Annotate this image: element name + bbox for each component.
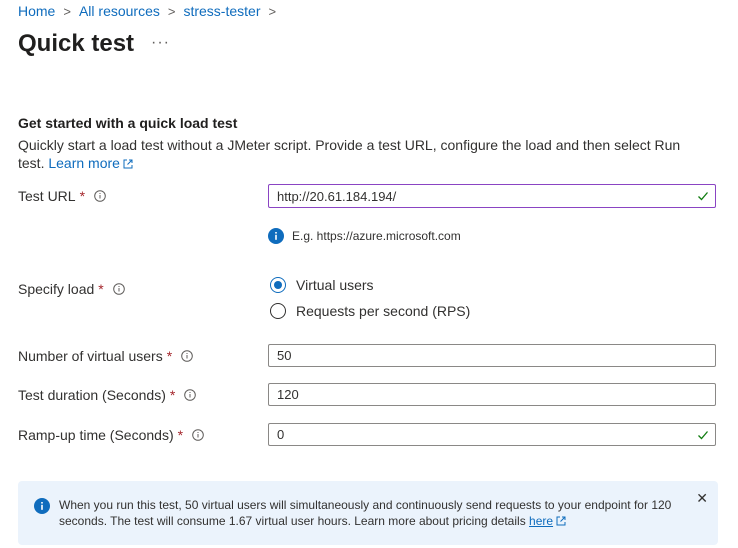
breadcrumb-stress-tester[interactable]: stress-tester — [183, 3, 260, 19]
info-filled-icon — [34, 498, 50, 514]
info-icon[interactable] — [192, 429, 204, 441]
required-asterisk: * — [98, 281, 104, 297]
more-options-icon[interactable]: ··· — [151, 34, 170, 52]
chevron-right-icon: > — [268, 3, 277, 19]
info-filled-icon — [268, 228, 284, 244]
checkmark-icon — [698, 431, 708, 440]
section-heading: Get started with a quick load test — [18, 115, 238, 131]
test-url-input[interactable]: http://20.61.184.194/ — [268, 184, 716, 208]
required-asterisk: * — [169, 387, 176, 403]
radio-unselected[interactable] — [270, 303, 286, 319]
chevron-right-icon: > — [167, 3, 176, 19]
specify-load-label: Specify load * — [18, 281, 125, 297]
required-asterisk: * — [177, 427, 184, 443]
breadcrumb: Home > All resources > stress-tester > — [18, 3, 284, 19]
test-url-hint: E.g. https://azure.microsoft.com — [268, 228, 461, 244]
info-icon[interactable] — [112, 283, 125, 295]
pricing-here-link[interactable]: here — [529, 514, 553, 528]
external-link-icon — [123, 159, 133, 169]
breadcrumb-home[interactable]: Home — [18, 3, 55, 19]
info-icon[interactable] — [94, 190, 106, 202]
test-url-label: Test URL * — [18, 188, 106, 204]
info-icon[interactable] — [181, 350, 193, 362]
banner-message: When you run this test, 50 virtual users… — [59, 498, 672, 528]
virtual-users-input[interactable]: 50 — [268, 344, 716, 367]
rampup-input[interactable]: 0 — [268, 423, 716, 446]
page-title: Quick test — [18, 30, 135, 57]
radio-selected[interactable] — [270, 277, 286, 293]
required-asterisk: * — [79, 188, 86, 204]
duration-input[interactable]: 120 — [268, 383, 716, 406]
section-description: Quickly start a load test without a JMet… — [18, 136, 708, 172]
info-banner: When you run this test, 50 virtual users… — [18, 481, 718, 545]
radio-virtual-users[interactable]: Virtual users — [270, 277, 374, 293]
breadcrumb-all-resources[interactable]: All resources — [79, 3, 160, 19]
external-link-icon[interactable] — [556, 516, 566, 526]
close-icon[interactable]: ✕ — [696, 490, 708, 507]
duration-label: Test duration (Seconds) * — [18, 387, 197, 403]
rampup-label: Ramp-up time (Seconds) * — [18, 427, 204, 443]
required-asterisk: * — [166, 348, 173, 364]
learn-more-link[interactable]: Learn more — [48, 155, 133, 171]
virtual-users-label: Number of virtual users * — [18, 348, 193, 364]
chevron-right-icon: > — [63, 3, 71, 19]
radio-requests-per-second[interactable]: Requests per second (RPS) — [270, 303, 470, 319]
checkmark-icon — [698, 192, 708, 201]
info-icon[interactable] — [184, 389, 197, 401]
